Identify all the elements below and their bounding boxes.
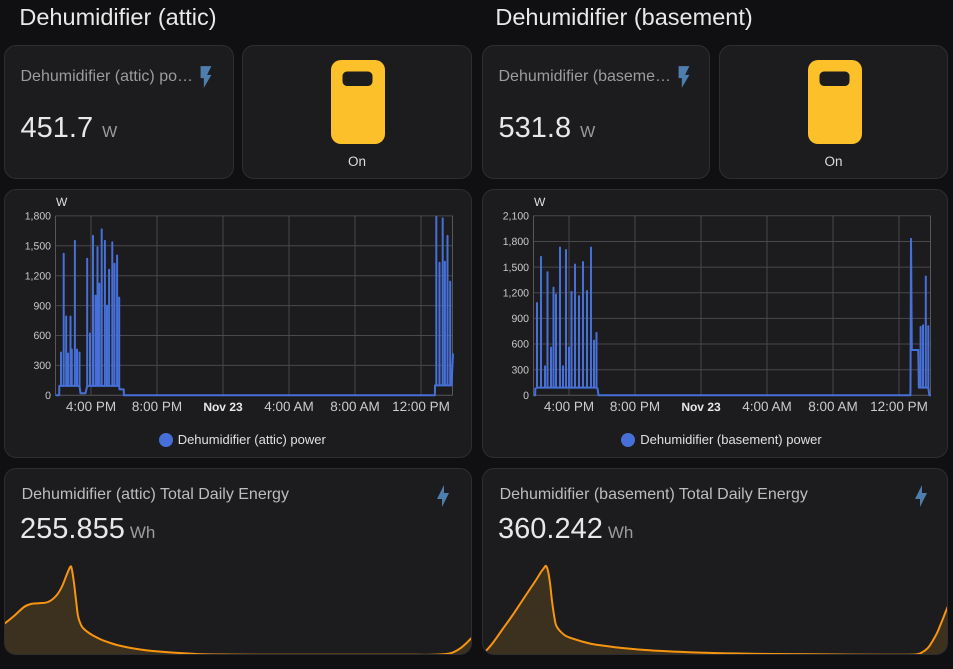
- svg-text:300: 300: [33, 360, 51, 372]
- svg-text:1,500: 1,500: [503, 262, 529, 274]
- svg-text:1,200: 1,200: [25, 270, 51, 282]
- svg-text:600: 600: [511, 339, 529, 351]
- svg-text:0: 0: [45, 390, 51, 402]
- svg-text:0: 0: [523, 390, 529, 402]
- svg-text:8:00 AM: 8:00 AM: [808, 399, 858, 414]
- svg-text:W: W: [56, 195, 68, 209]
- svg-text:2,100: 2,100: [503, 211, 529, 223]
- svg-text:1,800: 1,800: [503, 236, 529, 248]
- svg-text:8:00 AM: 8:00 AM: [330, 399, 380, 414]
- svg-text:8:00 PM: 8:00 PM: [610, 399, 660, 414]
- svg-text:300: 300: [511, 364, 529, 376]
- svg-text:1,800: 1,800: [25, 211, 51, 223]
- svg-text:8:00 PM: 8:00 PM: [132, 399, 182, 414]
- svg-text:900: 900: [511, 313, 529, 325]
- svg-text:4:00 AM: 4:00 AM: [264, 399, 314, 414]
- svg-text:600: 600: [33, 330, 51, 342]
- svg-text:12:00 PM: 12:00 PM: [392, 399, 450, 414]
- svg-text:900: 900: [33, 300, 51, 312]
- svg-text:W: W: [534, 195, 546, 209]
- svg-text:4:00 PM: 4:00 PM: [66, 399, 116, 414]
- svg-text:4:00 PM: 4:00 PM: [544, 399, 594, 414]
- svg-text:1,200: 1,200: [503, 287, 529, 299]
- svg-text:12:00 PM: 12:00 PM: [870, 399, 928, 414]
- svg-text:4:00 AM: 4:00 AM: [742, 399, 792, 414]
- svg-text:Nov 23: Nov 23: [203, 400, 243, 414]
- svg-text:Nov 23: Nov 23: [681, 400, 721, 414]
- svg-text:1,500: 1,500: [25, 241, 51, 253]
